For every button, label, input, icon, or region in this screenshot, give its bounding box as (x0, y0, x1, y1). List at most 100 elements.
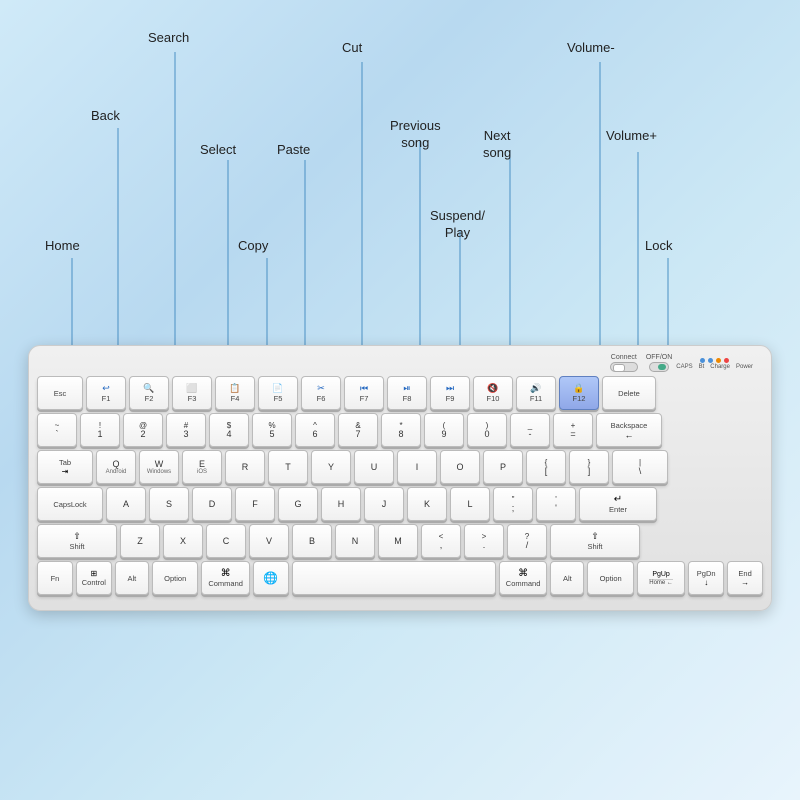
label-previous-song: Previoussong (390, 118, 441, 152)
label-suspend-play: Suspend/Play (430, 208, 485, 242)
keyboard: Connect OFF/ON CAPS Bt Cha (28, 345, 772, 611)
key-delete[interactable]: Delete (602, 376, 656, 410)
asdf-row: CapsLock A S D F G H J K L " ; ' ' ↵ Ent… (37, 487, 763, 521)
key-l[interactable]: L (450, 487, 490, 521)
key-shift-right[interactable]: ⇧ Shift (550, 524, 640, 558)
key-tab[interactable]: Tab ⇥ (37, 450, 93, 484)
key-z[interactable]: Z (120, 524, 160, 558)
key-space[interactable] (292, 561, 496, 595)
key-6[interactable]: ^ 6 (295, 413, 335, 447)
key-option-right[interactable]: Option (587, 561, 634, 595)
key-0[interactable]: ) 0 (467, 413, 507, 447)
key-i[interactable]: I (397, 450, 437, 484)
key-home-pgup[interactable]: PgUp Home ← (637, 561, 685, 595)
key-j[interactable]: J (364, 487, 404, 521)
label-home: Home (45, 238, 80, 255)
key-f8[interactable]: ⏯ F8 (387, 376, 427, 410)
key-m[interactable]: M (378, 524, 418, 558)
key-f3[interactable]: ⬜ F3 (172, 376, 212, 410)
key-u[interactable]: U (354, 450, 394, 484)
label-select: Select (200, 142, 236, 159)
key-backspace[interactable]: Backspace ← (596, 413, 662, 447)
key-f11[interactable]: 🔊 F11 (516, 376, 556, 410)
key-o[interactable]: O (440, 450, 480, 484)
key-y[interactable]: Y (311, 450, 351, 484)
key-quote[interactable]: ' ' (536, 487, 576, 521)
key-8[interactable]: * 8 (381, 413, 421, 447)
key-command-right[interactable]: ⌘ Command (499, 561, 547, 595)
key-globe[interactable]: 🌐 (253, 561, 289, 595)
key-control[interactable]: ⊞ Control (76, 561, 112, 595)
key-w[interactable]: W Windows (139, 450, 179, 484)
key-x[interactable]: X (163, 524, 203, 558)
key-f4[interactable]: 📋 F4 (215, 376, 255, 410)
key-alt-right[interactable]: Alt (550, 561, 584, 595)
key-5[interactable]: % 5 (252, 413, 292, 447)
key-q[interactable]: Q Android (96, 450, 136, 484)
onoff-switch[interactable]: OFF/ON (646, 354, 672, 372)
key-slash[interactable]: ? / (507, 524, 547, 558)
key-f[interactable]: F (235, 487, 275, 521)
key-n[interactable]: N (335, 524, 375, 558)
label-search: Search (148, 30, 189, 47)
key-4[interactable]: $ 4 (209, 413, 249, 447)
key-r[interactable]: R (225, 450, 265, 484)
charge-label: Charge (710, 364, 730, 370)
key-command-left[interactable]: ⌘ Command (201, 561, 249, 595)
key-f9[interactable]: ⏭ F9 (430, 376, 470, 410)
key-capslock[interactable]: CapsLock (37, 487, 103, 521)
key-e[interactable]: E iOS (182, 450, 222, 484)
key-9[interactable]: ( 9 (424, 413, 464, 447)
key-h[interactable]: H (321, 487, 361, 521)
key-enter[interactable]: ↵ Enter (579, 487, 657, 521)
key-fn[interactable]: Fn (37, 561, 73, 595)
label-cut: Cut (342, 40, 362, 57)
key-2[interactable]: @ 2 (123, 413, 163, 447)
key-option-left[interactable]: Option (152, 561, 199, 595)
key-f7[interactable]: ⏮ F7 (344, 376, 384, 410)
key-s[interactable]: S (149, 487, 189, 521)
key-b[interactable]: B (292, 524, 332, 558)
key-f1[interactable]: ↩ F1 (86, 376, 126, 410)
key-rbrace[interactable]: } ] (569, 450, 609, 484)
key-shift-left[interactable]: ⇧ Shift (37, 524, 117, 558)
bottom-row: Fn ⊞ Control Alt Option ⌘ Command 🌐 (37, 561, 763, 595)
key-7[interactable]: & 7 (338, 413, 378, 447)
key-lbrace[interactable]: { [ (526, 450, 566, 484)
dot-caps (700, 358, 705, 363)
key-p[interactable]: P (483, 450, 523, 484)
key-v[interactable]: V (249, 524, 289, 558)
key-gt[interactable]: > . (464, 524, 504, 558)
key-k[interactable]: K (407, 487, 447, 521)
key-backslash[interactable]: | \ (612, 450, 668, 484)
key-lt[interactable]: < , (421, 524, 461, 558)
dot-charge (716, 358, 721, 363)
key-esc[interactable]: Esc (37, 376, 83, 410)
key-f6[interactable]: ✂ F6 (301, 376, 341, 410)
key-tilde[interactable]: ~ ` (37, 413, 77, 447)
key-a[interactable]: A (106, 487, 146, 521)
key-semicolon[interactable]: " ; (493, 487, 533, 521)
function-row: Esc ↩ F1 🔍 F2 ⬜ F3 📋 F4 📄 F5 (37, 376, 763, 410)
key-f5[interactable]: 📄 F5 (258, 376, 298, 410)
key-equals[interactable]: + = (553, 413, 593, 447)
key-t[interactable]: T (268, 450, 308, 484)
key-f2[interactable]: 🔍 F2 (129, 376, 169, 410)
key-3[interactable]: # 3 (166, 413, 206, 447)
key-1[interactable]: ! 1 (80, 413, 120, 447)
connect-switch[interactable]: Connect (610, 354, 638, 372)
key-f12[interactable]: 🔒 F12 (559, 376, 599, 410)
keyboard-top-bar: Connect OFF/ON CAPS Bt Cha (37, 354, 763, 372)
key-pgdn[interactable]: PgDn ↓ (688, 561, 724, 595)
key-c[interactable]: C (206, 524, 246, 558)
key-f10[interactable]: 🔇 F10 (473, 376, 513, 410)
key-minus[interactable]: _ - (510, 413, 550, 447)
indicator-dots (700, 358, 729, 363)
bt-label: Bt (699, 364, 705, 370)
key-end[interactable]: End → (727, 561, 763, 595)
key-alt-left[interactable]: Alt (115, 561, 149, 595)
zxcv-row: ⇧ Shift Z X C V B N M < , > . ? / ⇧ (37, 524, 763, 558)
qwerty-row: Tab ⇥ Q Android W Windows E iOS R T Y U … (37, 450, 763, 484)
key-g[interactable]: G (278, 487, 318, 521)
key-d[interactable]: D (192, 487, 232, 521)
